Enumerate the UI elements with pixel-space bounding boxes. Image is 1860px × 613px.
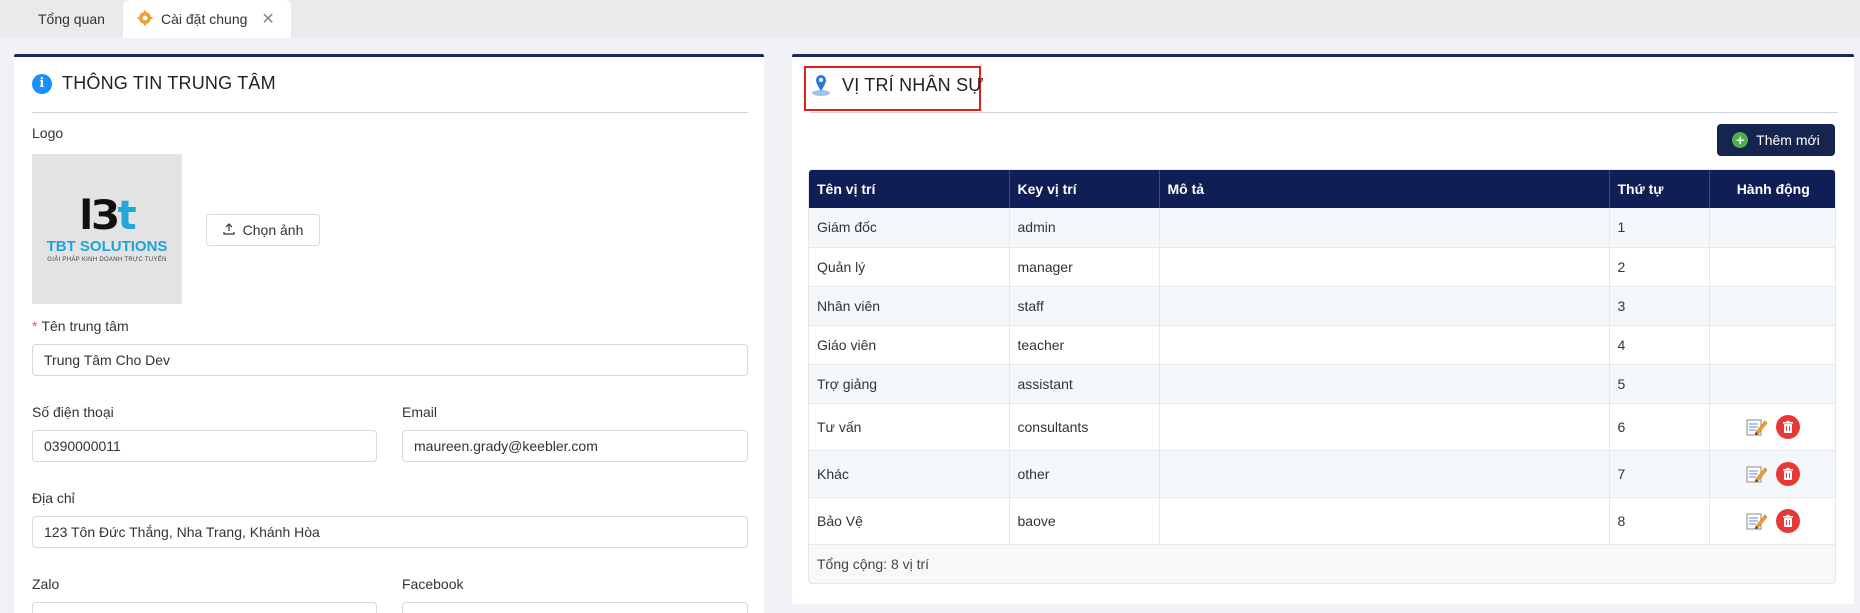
column-header[interactable]: Thứ tự	[1609, 170, 1710, 208]
position-name-cell: Giáo viên	[809, 325, 1010, 365]
actions-cell	[1709, 286, 1835, 326]
positions-table: Tên vị trí Key vị trí Mô tả Thứ tự Hành …	[808, 169, 1836, 584]
order-cell: 1	[1609, 208, 1710, 248]
phone-label: Số điện thoại	[32, 404, 114, 420]
tab-overview-label: Tổng quan	[38, 11, 105, 27]
order-cell: 3	[1609, 286, 1710, 326]
plus-icon: +	[1732, 132, 1749, 148]
description-cell	[1159, 403, 1610, 451]
center-name-label: * Tên trung tâm	[32, 318, 129, 334]
table-row: Giám đốc admin 1	[809, 208, 1835, 248]
order-cell: 5	[1609, 364, 1710, 404]
actions-cell	[1709, 364, 1835, 404]
position-key-cell: teacher	[1009, 325, 1160, 365]
center-name-input[interactable]: Trung Tâm Cho Dev	[32, 344, 748, 376]
address-input[interactable]: 123 Tôn Đức Thắng, Nha Trang, Khánh Hòa	[32, 516, 748, 548]
table-row: Khác other 7	[809, 450, 1835, 498]
title-divider	[810, 112, 1838, 113]
position-name-cell: Trợ giảng	[809, 364, 1010, 404]
column-header: Hành động	[1709, 170, 1835, 208]
staff-positions-title: VỊ TRÍ NHÂN SỰ	[810, 73, 984, 97]
position-name-cell: Nhân viên	[809, 286, 1010, 326]
tab-general-settings-label: Cài đặt chung	[161, 11, 248, 27]
tab-general-settings[interactable]: Cài đặt chung ✕	[123, 0, 291, 38]
position-key-cell: manager	[1009, 247, 1160, 287]
position-key-cell: staff	[1009, 286, 1160, 326]
edit-icon[interactable]	[1746, 417, 1768, 437]
table-footer-total: Tổng cộng: 8 vị trí	[809, 544, 1835, 583]
description-cell	[1159, 247, 1610, 287]
delete-icon[interactable]	[1776, 508, 1801, 533]
table-row: Giáo viên teacher 4	[809, 325, 1835, 365]
table-row: Trợ giảng assistant 5	[809, 364, 1835, 404]
email-input[interactable]: maureen.grady@keebler.com	[402, 430, 748, 462]
actions-cell	[1709, 325, 1835, 365]
description-cell	[1159, 497, 1610, 545]
settings-puzzle-icon	[137, 10, 153, 29]
order-cell: 6	[1609, 403, 1710, 451]
info-icon: i	[32, 73, 52, 94]
column-header[interactable]: Key vị trí	[1009, 170, 1160, 208]
tab-bar: Tổng quan Cài đặt chung ✕	[0, 0, 1860, 38]
logo-tagline: GIẢI PHÁP KINH DOANH TRỰC TUYẾN	[47, 256, 167, 263]
edit-icon[interactable]	[1746, 511, 1768, 531]
delete-icon[interactable]	[1776, 461, 1801, 486]
table-row: Bảo Vệ baove 8	[809, 497, 1835, 545]
description-cell	[1159, 450, 1610, 498]
position-key-cell: baove	[1009, 497, 1160, 545]
position-name-cell: Giám đốc	[809, 208, 1010, 248]
actions-cell	[1709, 403, 1835, 451]
order-cell: 7	[1609, 450, 1710, 498]
actions-cell	[1709, 497, 1835, 545]
order-cell: 4	[1609, 325, 1710, 365]
logo-image: lЗt TBT SOLUTIONS GIẢI PHÁP KINH DOANH T…	[32, 154, 182, 304]
actions-cell	[1709, 450, 1835, 498]
logo-mark: lЗt	[79, 192, 136, 239]
edit-icon[interactable]	[1746, 464, 1768, 484]
upload-icon	[223, 222, 235, 238]
tab-overview[interactable]: Tổng quan	[0, 0, 122, 38]
center-info-panel: i THÔNG TIN TRUNG TÂM Logo lЗt TBT SOLUT…	[14, 54, 764, 613]
position-key-cell: admin	[1009, 208, 1160, 248]
column-header[interactable]: Mô tả	[1159, 170, 1610, 208]
delete-icon[interactable]	[1776, 414, 1801, 439]
position-key-cell: assistant	[1009, 364, 1160, 404]
position-name-cell: Khác	[809, 450, 1010, 498]
order-cell: 8	[1609, 497, 1710, 545]
description-cell	[1159, 208, 1610, 248]
dashboard-grid-icon	[14, 11, 30, 27]
description-cell	[1159, 364, 1610, 404]
description-cell	[1159, 325, 1610, 365]
staff-positions-panel: VỊ TRÍ NHÂN SỰ + Thêm mới Tên vị trí Key…	[792, 54, 1854, 604]
email-label: Email	[402, 404, 438, 420]
choose-image-button[interactable]: Chọn ảnh	[206, 214, 320, 246]
column-header[interactable]: Tên vị trí	[809, 170, 1010, 208]
position-name-cell: Quản lý	[809, 247, 1010, 287]
position-key-cell: other	[1009, 450, 1160, 498]
title-divider	[32, 112, 748, 113]
actions-cell	[1709, 247, 1835, 287]
table-row: Nhân viên staff 3	[809, 286, 1835, 326]
address-label: Địa chỉ	[32, 490, 75, 506]
table-row: Quản lý manager 2	[809, 247, 1835, 287]
logo-name: TBT SOLUTIONS	[46, 237, 168, 255]
zalo-label: Zalo	[32, 576, 60, 592]
logo-label: Logo	[32, 125, 64, 141]
actions-cell	[1709, 208, 1835, 248]
description-cell	[1159, 286, 1610, 326]
table-row: Tư vấn consultants 6	[809, 403, 1835, 451]
order-cell: 2	[1609, 247, 1710, 287]
position-key-cell: consultants	[1009, 403, 1160, 451]
table-header-row: Tên vị trí Key vị trí Mô tả Thứ tự Hành …	[809, 170, 1835, 208]
facebook-input[interactable]	[402, 602, 748, 613]
zalo-input[interactable]	[32, 602, 377, 613]
position-name-cell: Bảo Vệ	[809, 497, 1010, 545]
phone-input[interactable]: 0390000011	[32, 430, 377, 462]
add-new-button[interactable]: + Thêm mới	[1717, 124, 1835, 156]
facebook-label: Facebook	[402, 576, 464, 592]
close-icon[interactable]: ✕	[261, 9, 274, 29]
position-name-cell: Tư vấn	[809, 403, 1010, 451]
center-info-title: i THÔNG TIN TRUNG TÂM	[32, 73, 276, 94]
location-pin-icon	[810, 73, 832, 97]
